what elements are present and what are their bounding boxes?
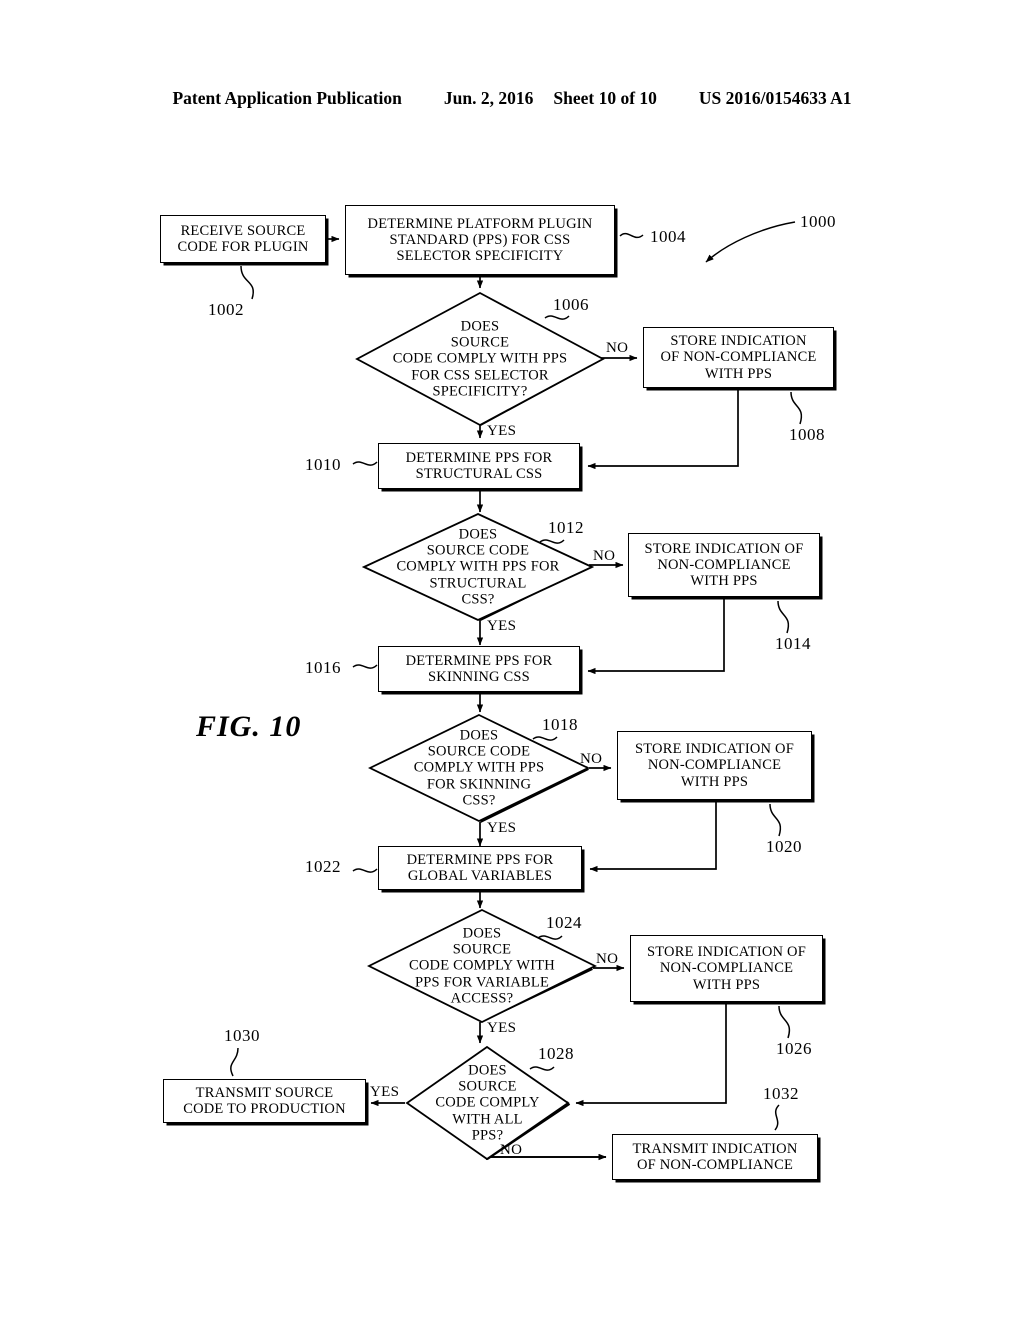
process-transmit-source-code-production[interactable]: TRANSMIT SOURCE CODE TO PRODUCTION (163, 1079, 366, 1123)
ref-1010: 1010 (305, 455, 341, 474)
header-publication: Patent Application Publication (172, 88, 402, 108)
ref-1026: 1026 (776, 1039, 812, 1058)
ref-1014: 1014 (775, 634, 811, 653)
process-transmit-indication-noncompliance[interactable]: TRANSMIT INDICATION OF NON-COMPLIANCE (612, 1134, 818, 1180)
edge-label-yes-1018: YES (487, 820, 517, 836)
ref-1024: 1024 (546, 913, 582, 932)
edge-label-yes-1028: YES (370, 1084, 400, 1100)
header-patent-number: US 2016/0154633 A1 (698, 88, 852, 108)
ref-1022: 1022 (305, 857, 341, 876)
node-text: DETERMINE PLATFORM PLUGIN STANDARD (PPS) … (367, 215, 593, 265)
edge-label-yes-1006: YES (487, 423, 517, 439)
node-text: STORE INDICATION OF NON-COMPLIANCE WITH PP… (634, 741, 794, 790)
patent-sheet: Patent Application Publication Jun. 2, 20… (0, 0, 1024, 1320)
ref-1012: 1012 (548, 518, 584, 537)
node-text: TRANSMIT SOURCE CODE TO PRODUCTION (183, 1084, 346, 1117)
edge-label-no-1018: NO (580, 751, 603, 767)
edge-label-no-1028: NO (500, 1142, 523, 1158)
header-sheet: Sheet 10 of 10 (553, 88, 657, 108)
node-text: DETERMINE PPS FOR GLOBAL VARIABLES (406, 851, 554, 884)
ref-1006: 1006 (553, 295, 589, 314)
page-header: Patent Application Publication Jun. 2, 20… (0, 88, 1024, 109)
ref-1020: 1020 (766, 837, 802, 856)
process-store-noncompliance-1020[interactable]: STORE INDICATION OF NON-COMPLIANCE WITH PP… (617, 731, 812, 800)
ref-1028: 1028 (538, 1044, 574, 1063)
node-text: DETERMINE PPS FOR STRUCTURAL CSS (405, 449, 553, 482)
ref-1018: 1018 (542, 715, 578, 734)
edge-label-no-1006: NO (606, 340, 629, 356)
ref-1016: 1016 (305, 658, 341, 677)
process-determine-pps-selector-specificity[interactable]: DETERMINE PLATFORM PLUGIN STANDARD (PPS) … (345, 205, 615, 275)
header-date: Jun. 2, 2016 (443, 88, 534, 108)
ref-1004: 1004 (650, 227, 686, 246)
process-receive-source-code[interactable]: RECEIVE SOURCE CODE FOR PLUGIN (160, 215, 326, 263)
ref-1000-overall: 1000 (800, 212, 836, 231)
ref-1008: 1008 (789, 425, 825, 444)
node-text: RECEIVE SOURCE CODE FOR PLUGIN (177, 222, 309, 255)
node-text: STORE INDICATION OF NON-COMPLIANCE WITH PP… (646, 944, 806, 993)
node-text: STORE INDICATION OF NON-COMPLIANCE WITH PP… (660, 333, 817, 382)
figure-label: FIG. 10 (196, 710, 302, 743)
process-determine-pps-skinning-css[interactable]: DETERMINE PPS FOR SKINNING CSS (378, 646, 580, 692)
node-text: TRANSMIT INDICATION OF NON-COMPLIANCE (632, 1140, 798, 1173)
node-text: STORE INDICATION OF NON-COMPLIANCE WITH PP… (644, 540, 804, 590)
node-text: DETERMINE PPS FOR SKINNING CSS (405, 652, 553, 685)
process-store-noncompliance-1014[interactable]: STORE INDICATION OF NON-COMPLIANCE WITH PP… (628, 533, 820, 597)
edge-label-yes-1024: YES (487, 1020, 517, 1036)
edge-label-no-1024: NO (596, 951, 619, 967)
ref-1002: 1002 (208, 300, 244, 319)
ref-1032: 1032 (763, 1084, 799, 1103)
edge-label-no-1012: NO (593, 548, 616, 564)
process-store-noncompliance-1026[interactable]: STORE INDICATION OF NON-COMPLIANCE WITH PP… (630, 935, 823, 1002)
edge-label-yes-1012: YES (487, 618, 517, 634)
process-determine-pps-global-variables[interactable]: DETERMINE PPS FOR GLOBAL VARIABLES (378, 846, 582, 890)
ref-1030: 1030 (224, 1026, 260, 1045)
process-store-noncompliance-1008[interactable]: STORE INDICATION OF NON-COMPLIANCE WITH PP… (643, 327, 834, 388)
process-determine-pps-structural-css[interactable]: DETERMINE PPS FOR STRUCTURAL CSS (378, 443, 580, 489)
